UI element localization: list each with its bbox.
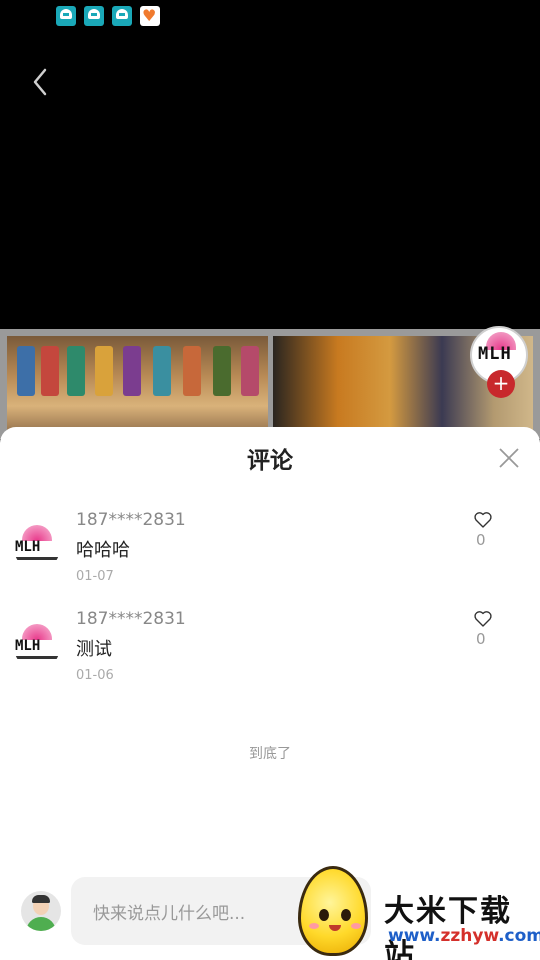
comment-date: 01-07 — [76, 569, 114, 584]
url-prefix: www. — [388, 926, 441, 946]
avatar[interactable]: MLH — [14, 525, 60, 571]
heart-icon[interactable] — [473, 510, 493, 530]
avatar-logo-text: MLH — [15, 638, 41, 654]
app-notification-icon — [56, 6, 76, 26]
url-suffix: .com — [498, 926, 540, 946]
sheet-title: 评论 — [247, 448, 293, 474]
comment-item: MLH 187****2831 测试 01-06 0 — [0, 609, 540, 699]
watermark-title: 大米下载站 — [384, 894, 512, 960]
comment-username: 187****2831 — [76, 609, 186, 629]
like-count: 0 — [476, 531, 486, 549]
video-preview-strip[interactable] — [0, 329, 540, 439]
comment-text: 哈哈哈 — [76, 540, 130, 561]
avatar[interactable]: MLH — [14, 624, 60, 670]
mascot-logo — [298, 866, 368, 956]
avatar-logo-text: MLH — [15, 539, 41, 555]
app-notification-icon — [84, 6, 104, 26]
status-bar: ♥ — [0, 0, 540, 32]
watermark-url: www.zzhyw.com — [388, 926, 540, 946]
end-of-list-text: 到底了 — [249, 746, 291, 762]
comment-username: 187****2831 — [76, 510, 186, 530]
comment-item: MLH 187****2831 哈哈哈 01-07 0 — [0, 510, 540, 600]
comment-text: 测试 — [76, 639, 112, 660]
brand-logo-text: MLH — [478, 344, 512, 364]
comment-input-placeholder: 快来说点儿什么吧... — [93, 904, 246, 924]
site-watermark: 大米下载站 www.zzhyw.com — [296, 860, 540, 960]
url-brand: zzhyw — [440, 926, 499, 946]
close-icon[interactable] — [497, 446, 521, 470]
comment-date: 01-06 — [76, 668, 114, 683]
current-user-avatar — [21, 891, 61, 931]
like-count: 0 — [476, 630, 486, 648]
chevron-left-icon[interactable] — [26, 62, 54, 102]
app-notification-icon — [112, 6, 132, 26]
video-thumbnail[interactable] — [7, 336, 268, 436]
heart-icon[interactable] — [473, 609, 493, 629]
follow-button[interactable]: + — [487, 370, 515, 398]
heart-app-icon: ♥ — [140, 6, 160, 26]
